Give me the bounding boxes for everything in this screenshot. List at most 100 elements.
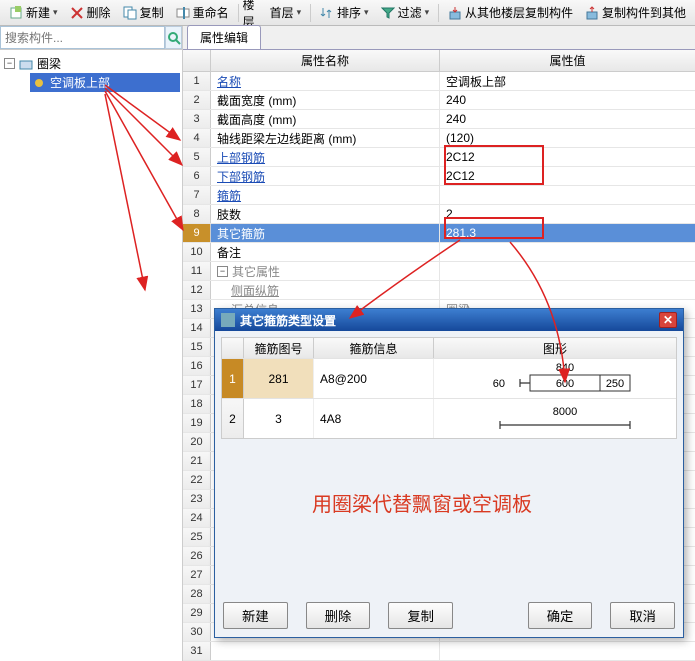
row-number: 10 [183,243,211,261]
row-number: 9 [183,224,211,242]
close-button[interactable]: ✕ [659,312,677,328]
dlg-ok-button[interactable]: 确定 [528,602,593,629]
cell-value[interactable]: 281,3 [440,224,695,242]
cell-value[interactable] [440,186,695,204]
grid-row[interactable]: 11−其它属性 [183,262,695,281]
cell-name: 轴线距梁左边线距离 (mm) [211,129,440,147]
dlg-new-button[interactable]: 新建 [223,602,288,629]
grid-row[interactable]: 12侧面纵筋 [183,281,695,300]
grid-row[interactable]: 1名称空调板上部 [183,72,695,91]
cell-value[interactable] [440,642,695,660]
search-button[interactable] [165,26,182,49]
collapse-icon[interactable]: − [4,58,15,69]
grid-row[interactable]: 31 [183,642,695,661]
row-number: 24 [183,509,211,527]
row-number: 25 [183,528,211,546]
dlg-copy-button[interactable]: 复制 [388,602,453,629]
header-value: 属性值 [440,50,695,71]
tab-strip: 属性编辑 [183,26,695,50]
grid-row[interactable]: 4轴线距梁左边线距离 (mm)(120) [183,129,695,148]
row-num: 2 [229,412,236,426]
cell-value[interactable] [440,262,695,280]
tab-properties[interactable]: 属性编辑 [187,25,261,49]
row-id: 281 [268,372,288,386]
copy-label: 复制 [140,4,164,21]
cell-value[interactable] [440,281,695,299]
grid-row[interactable]: 10备注 [183,243,695,262]
row-number: 15 [183,338,211,356]
cell-value[interactable]: 空调板上部 [440,72,695,90]
search-icon [167,31,181,45]
filter-icon [381,6,395,20]
cell-value[interactable]: 2 [440,205,695,223]
row-info: A8@200 [320,372,367,386]
tree-child[interactable]: 空调板上部 [30,73,180,92]
copy-to-button[interactable]: 复制构件到其他 [580,1,691,24]
new-button[interactable]: 新建▾ [4,1,63,24]
row-number: 31 [183,642,211,660]
cell-value[interactable]: 2C12 [440,148,695,166]
col-info: 箍筋信息 [349,340,397,357]
dialog-row[interactable]: 1 281 A8@200 840 60 600 250 [222,358,676,398]
cell-value[interactable]: (120) [440,129,695,147]
dim-top: 840 [556,362,574,374]
row-number: 12 [183,281,211,299]
cell-name: 名称 [211,72,440,90]
row-number: 2 [183,91,211,109]
cell-name: 下部钢筋 [211,167,440,185]
rename-icon [176,6,190,20]
separator [438,4,439,22]
sort-label: 排序 [337,4,361,21]
tree-child-label: 空调板上部 [50,74,110,91]
cell-name: −其它属性 [211,262,440,280]
dim-bot: 8000 [553,406,577,418]
tree-root[interactable]: − 圈梁 [2,54,180,73]
row-number: 29 [183,604,211,622]
search-input[interactable] [0,26,165,49]
copy-from-label: 从其他楼层复制构件 [465,4,573,21]
row-number: 16 [183,357,211,375]
copy-from-button[interactable]: 从其他楼层复制构件 [443,1,578,24]
row-number: 26 [183,547,211,565]
dlg-delete-button[interactable]: 删除 [306,602,371,629]
grid-row[interactable]: 5上部钢筋2C12 [183,148,695,167]
collapse-icon[interactable]: − [217,266,228,277]
delete-label: 删除 [87,4,111,21]
copy-to-label: 复制构件到其他 [602,4,686,21]
dropdown-icon: ▾ [53,7,58,18]
delete-button[interactable]: 删除 [65,1,116,24]
cell-value[interactable]: 2C12 [440,167,695,185]
dialog-titlebar[interactable]: 其它箍筋类型设置 ✕ [215,309,683,331]
rename-label: 重命名 [193,4,229,21]
grid-row[interactable]: 9其它箍筋281,3 [183,224,695,243]
grid-row[interactable]: 3截面高度 (mm)240 [183,110,695,129]
dim-l: 60 [493,378,505,390]
copy-button[interactable]: 复制 [118,1,169,24]
floor-select[interactable]: 首层▾ [265,1,307,24]
row-number: 22 [183,471,211,489]
dropdown-icon: ▾ [425,7,430,18]
copy-icon [123,6,137,20]
row-id: 3 [275,412,282,426]
cell-name: 截面高度 (mm) [211,110,440,128]
dialog-row[interactable]: 2 3 4A8 8000 [222,398,676,438]
row-shape: 8000 [434,399,676,438]
cell-value[interactable] [440,243,695,261]
row-number: 17 [183,376,211,394]
grid-row[interactable]: 2截面宽度 (mm)240 [183,91,695,110]
rename-button[interactable]: 重命名 [171,1,234,24]
dropdown-icon: ▾ [364,7,369,18]
grid-row[interactable]: 8肢数2 [183,205,695,224]
grid-row[interactable]: 6下部钢筋2C12 [183,167,695,186]
cell-value[interactable]: 240 [440,91,695,109]
dlg-cancel-button[interactable]: 取消 [610,602,675,629]
sort-button[interactable]: 排序▾ [315,1,374,24]
grid-row[interactable]: 7箍筋 [183,186,695,205]
dim-r: 250 [606,378,624,390]
cell-name: 肢数 [211,205,440,223]
row-number: 13 [183,300,211,318]
row-number: 20 [183,433,211,451]
cell-value[interactable]: 240 [440,110,695,128]
filter-button[interactable]: 过滤▾ [376,1,435,24]
row-number: 28 [183,585,211,603]
